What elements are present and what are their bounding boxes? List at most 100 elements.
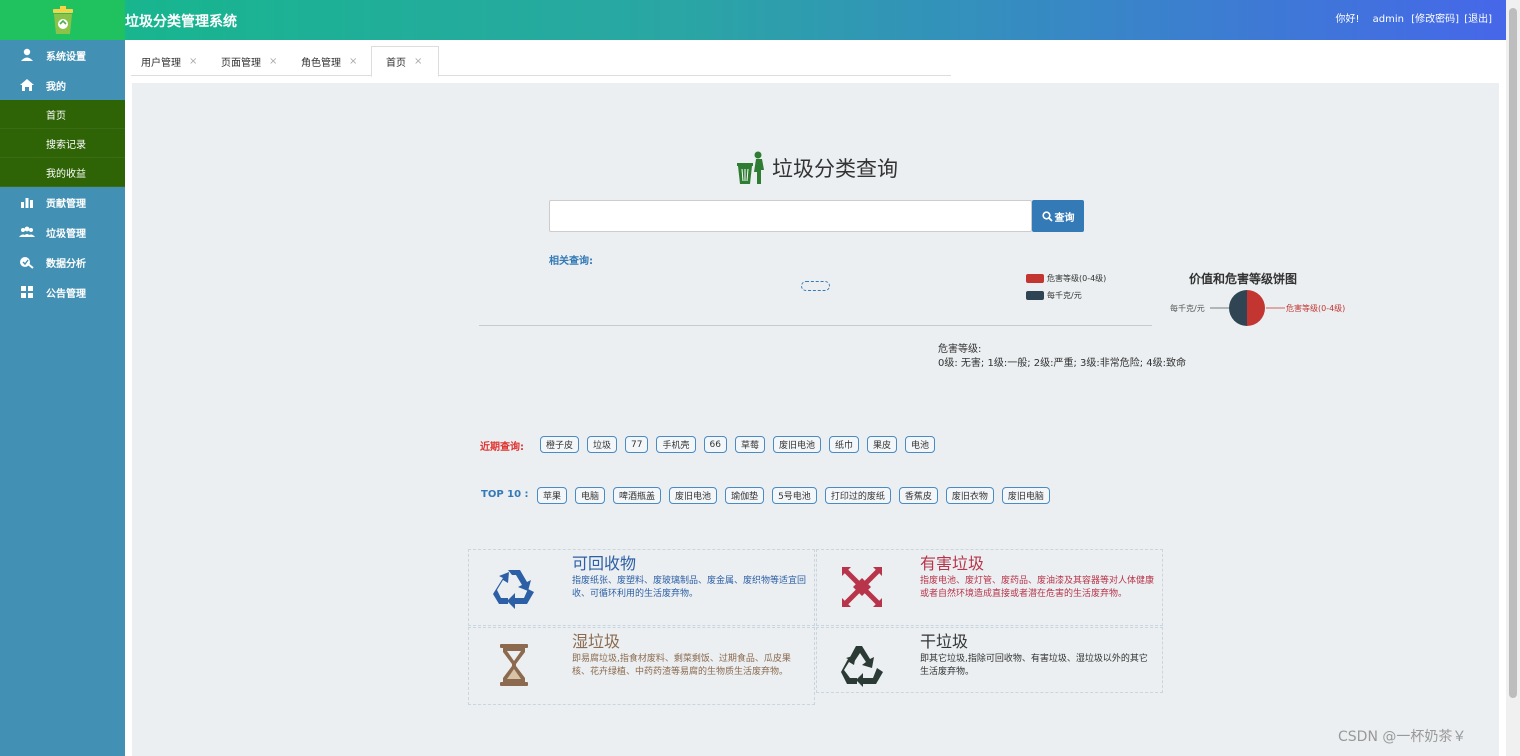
danger-level-title: 危害等级: xyxy=(938,344,982,355)
sidebar-item-mine[interactable]: 我的 xyxy=(0,70,125,100)
pie-slice-danger xyxy=(1247,290,1265,326)
hazard-icon xyxy=(842,567,882,607)
sidebar-subitem-search-history[interactable]: 搜索记录 xyxy=(0,129,125,158)
top10-tag[interactable]: 瑜伽垫 xyxy=(725,487,765,504)
search-input[interactable] xyxy=(549,200,1032,232)
search-title-text: 垃圾分类查询 xyxy=(772,157,898,181)
category-wet: 湿垃圾 即易腐垃圾,指食材废料、剩菜剩饭、过期食品、瓜皮果核、花卉绿植、中药药渣… xyxy=(468,627,815,705)
group-icon xyxy=(18,225,36,239)
username: admin xyxy=(1372,14,1404,25)
page-scrollbar[interactable] xyxy=(1506,0,1520,756)
search-button[interactable]: 查询 xyxy=(1032,200,1084,232)
top10-tags: 苹果 电脑 啤酒瓶盖 废旧电池 瑜伽垫 5号电池 打印过的废纸 香蕉皮 废旧衣物… xyxy=(537,487,1050,504)
user-icon xyxy=(18,48,36,62)
legend-item-price[interactable]: 每千克/元 xyxy=(1026,287,1106,304)
sidebar: 系统设置 我的 首页 搜索记录 我的收益 贡献管理 垃圾管理 数据分析 公告管理 xyxy=(0,40,125,756)
close-icon[interactable]: × xyxy=(414,56,422,67)
top10-tag[interactable]: 废旧电脑 xyxy=(1001,487,1050,504)
sidebar-item-contribution[interactable]: 贡献管理 xyxy=(0,187,125,217)
close-icon[interactable]: × xyxy=(189,56,197,67)
category-recyclable: 可回收物 指废纸张、废塑料、废玻璃制品、废金属、废织物等适宜回收、可循环利用的生… xyxy=(468,549,815,626)
scrollbar-thumb[interactable] xyxy=(1509,8,1517,698)
sidebar-item-garbage[interactable]: 垃圾管理 xyxy=(0,217,125,247)
pie-label-price: 每千克/元 xyxy=(1170,304,1205,313)
app-title: 垃圾分类管理系统 xyxy=(125,14,237,30)
watermark: CSDN @一杯奶茶￥ xyxy=(1338,729,1467,745)
top10-tag[interactable]: 苹果 xyxy=(537,487,568,504)
category-title: 有害垃圾 xyxy=(920,554,985,573)
sidebar-item-label: 系统设置 xyxy=(46,51,86,63)
close-icon[interactable]: × xyxy=(269,56,277,67)
pie-slice-price xyxy=(1229,290,1247,326)
category-title: 可回收物 xyxy=(572,554,637,573)
recent-tag[interactable]: 纸巾 xyxy=(828,436,859,453)
analysis-icon xyxy=(18,255,36,269)
tab-role-management[interactable]: 角色管理 × xyxy=(291,46,369,76)
logo xyxy=(0,0,125,40)
greeting: 你好! xyxy=(1335,14,1360,25)
trash-logo-icon xyxy=(52,6,73,34)
top10-tag[interactable]: 废旧衣物 xyxy=(945,487,994,504)
tab-home[interactable]: 首页 × xyxy=(371,46,439,77)
bar-chart-icon xyxy=(18,195,36,209)
top10-tag[interactable]: 啤酒瓶盖 xyxy=(613,487,662,504)
category-desc: 即易腐垃圾,指食材废料、剩菜剩饭、过期食品、瓜皮果核、花卉绿植、中药药渣等易腐的… xyxy=(572,654,791,677)
recycle-dark-icon xyxy=(841,646,883,687)
grid-icon xyxy=(18,285,36,299)
recent-tag[interactable]: 电池 xyxy=(905,436,936,453)
top10-tag[interactable]: 打印过的废纸 xyxy=(824,487,891,504)
pie-chart xyxy=(1210,290,1285,326)
sidebar-subitem-home[interactable]: 首页 xyxy=(0,100,125,129)
recent-tags: 橙子皮 垃圾 77 手机壳 66 草莓 废旧电池 纸巾 果皮 电池 xyxy=(540,436,936,453)
category-title: 湿垃圾 xyxy=(572,632,621,651)
logout-link[interactable]: [退出] xyxy=(1464,14,1492,25)
change-password-link[interactable]: [修改密码] xyxy=(1411,14,1459,25)
search-title: 垃圾分类查询 xyxy=(736,150,898,186)
top10-label: TOP 10 : xyxy=(481,489,529,500)
top10-tag[interactable]: 废旧电池 xyxy=(669,487,718,504)
recycle-icon xyxy=(493,570,534,609)
recent-tag[interactable]: 垃圾 xyxy=(587,436,618,453)
sidebar-item-system-settings[interactable]: 系统设置 xyxy=(0,40,125,70)
tab-label: 首页 xyxy=(386,58,406,69)
danger-level-desc: 0级: 无害; 1级:一般; 2级:严重; 3级:非常危险; 4级:致命 xyxy=(938,358,1187,369)
tab-user-management[interactable]: 用户管理 × xyxy=(131,46,209,76)
category-desc: 即其它垃圾,指除可回收物、有害垃圾、湿垃圾以外的其它生活废弃物。 xyxy=(920,654,1148,677)
recent-tag[interactable]: 66 xyxy=(703,436,727,453)
top10-tag[interactable]: 5号电池 xyxy=(772,487,817,504)
top10-tag[interactable]: 香蕉皮 xyxy=(898,487,938,504)
sidebar-item-label: 贡献管理 xyxy=(46,198,86,210)
sidebar-subitem-my-earnings[interactable]: 我的收益 xyxy=(0,158,125,187)
close-icon[interactable]: × xyxy=(349,56,357,67)
top10-tag[interactable]: 电脑 xyxy=(575,487,606,504)
loading-indicator xyxy=(801,281,830,291)
category-dry: 干垃圾 即其它垃圾,指除可回收物、有害垃圾、湿垃圾以外的其它生活废弃物。 xyxy=(816,627,1163,693)
sidebar-item-announcement[interactable]: 公告管理 xyxy=(0,277,125,307)
hourglass-icon xyxy=(500,644,528,686)
legend-label: 每千克/元 xyxy=(1047,291,1082,300)
legend-swatch xyxy=(1026,291,1044,300)
tab-page-management[interactable]: 页面管理 × xyxy=(211,46,289,76)
recent-tag[interactable]: 草莓 xyxy=(734,436,765,453)
recent-tag[interactable]: 橙子皮 xyxy=(540,436,580,453)
trash-person-icon xyxy=(737,151,764,184)
sidebar-item-analysis[interactable]: 数据分析 xyxy=(0,247,125,277)
pie-legend: 危害等级(0-4级) 每千克/元 xyxy=(1026,270,1106,304)
recent-tag[interactable]: 77 xyxy=(625,436,649,453)
recent-tag[interactable]: 废旧电池 xyxy=(772,436,821,453)
sidebar-item-label: 垃圾管理 xyxy=(46,228,86,240)
tab-bar: 用户管理 × 页面管理 × 角色管理 × 首页 × xyxy=(131,46,951,77)
category-hazardous: 有害垃圾 指废电池、废灯管、废药品、废油漆及其容器等对人体健康或者自然环境造成直… xyxy=(816,549,1163,626)
recent-label: 近期查询: xyxy=(480,442,524,453)
recent-tag[interactable]: 手机壳 xyxy=(656,436,696,453)
category-desc: 指废电池、废灯管、废药品、废油漆及其容器等对人体健康或者自然环境造成直接或者潜在… xyxy=(920,576,1155,599)
pie-label-danger: 危害等级(0-4级) xyxy=(1286,304,1346,313)
related-query-label: 相关查询: xyxy=(549,256,593,267)
recent-tag[interactable]: 果皮 xyxy=(867,436,898,453)
divider xyxy=(479,325,1152,326)
sidebar-item-label: 公告管理 xyxy=(46,288,86,300)
legend-swatch xyxy=(1026,274,1044,283)
legend-item-danger[interactable]: 危害等级(0-4级) xyxy=(1026,270,1106,287)
home-icon xyxy=(18,78,36,92)
top-header: 垃圾分类管理系统 你好! admin [修改密码] [退出] xyxy=(0,0,1506,40)
